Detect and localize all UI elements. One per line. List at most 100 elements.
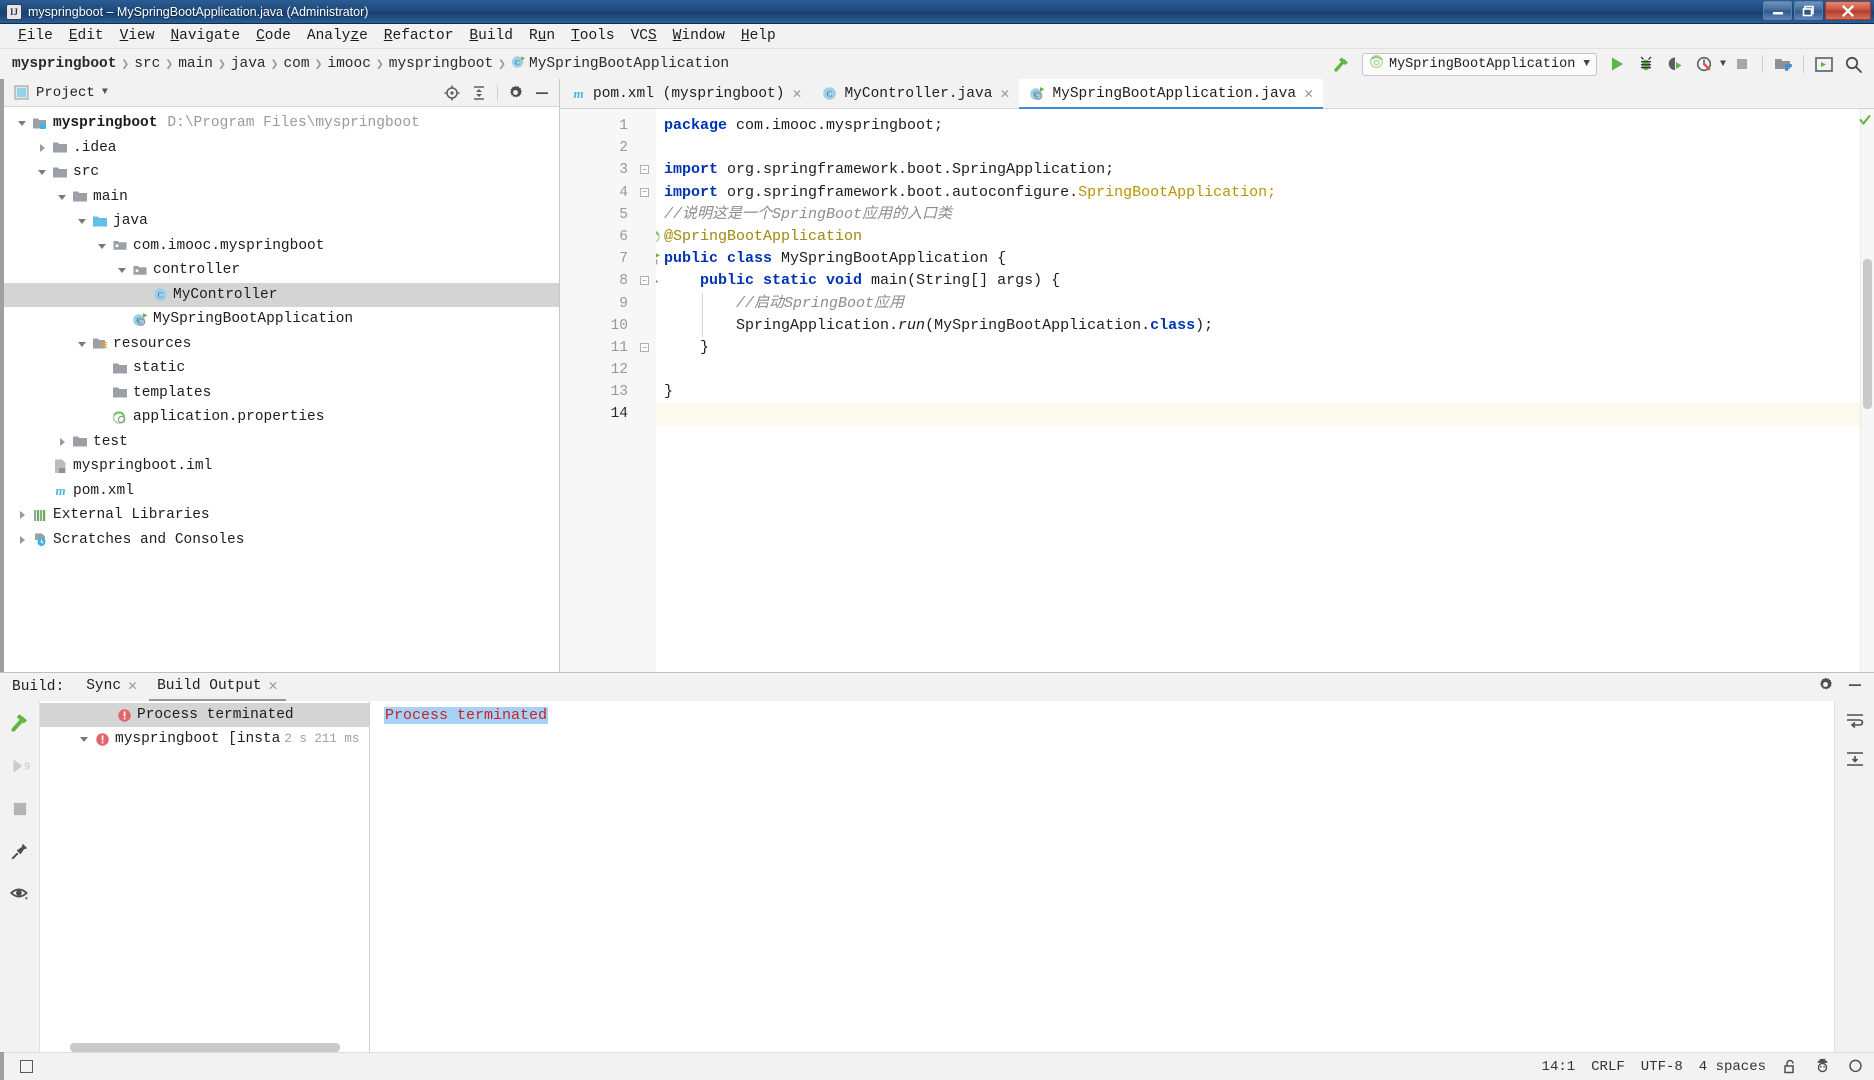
line-number[interactable]: 2	[560, 137, 636, 159]
project-tree-item[interactable]: Scratches and Consoles	[4, 528, 559, 553]
locate-file-icon[interactable]	[443, 84, 461, 102]
build-hammer-icon[interactable]	[1329, 51, 1355, 77]
tree-expand-arrow-icon[interactable]	[34, 143, 50, 153]
code-line[interactable]	[656, 403, 1860, 426]
indent-setting[interactable]: 4 spaces	[1699, 1059, 1766, 1075]
close-icon[interactable]: ✕	[1304, 84, 1313, 103]
scroll-to-end-icon[interactable]	[1845, 750, 1865, 773]
gear-icon[interactable]	[507, 84, 524, 101]
project-tree-item[interactable]: com.imooc.myspringboot	[4, 234, 559, 259]
menu-view[interactable]: View	[112, 26, 163, 46]
breadcrumb-item-6[interactable]: myspringboot	[389, 56, 493, 72]
collapse-all-icon[interactable]	[470, 84, 488, 102]
fold-gutter[interactable]: − − − −	[636, 109, 656, 672]
pin-icon[interactable]	[10, 841, 30, 866]
menu-file[interactable]: File	[10, 26, 61, 46]
editor-tab[interactable]: C MyController.java ✕	[811, 79, 1019, 108]
project-tree-item[interactable]: src	[4, 160, 559, 185]
tree-collapse-arrow-icon[interactable]	[34, 167, 50, 177]
line-number[interactable]: 8	[560, 270, 658, 292]
code-line[interactable]	[664, 359, 1860, 381]
menu-code[interactable]: Code	[248, 26, 299, 46]
menu-refactor[interactable]: Refactor	[376, 26, 462, 46]
breadcrumb-item-3[interactable]: java	[231, 56, 266, 72]
line-separator[interactable]: CRLF	[1591, 1059, 1625, 1075]
gear-icon[interactable]	[1817, 676, 1834, 698]
tree-collapse-arrow-icon[interactable]	[94, 241, 110, 251]
stop-icon[interactable]	[10, 799, 30, 824]
project-tree-item[interactable]: static	[4, 356, 559, 381]
line-number[interactable]: 9	[560, 293, 636, 315]
code-line[interactable]: public class MySpringBootApplication {	[664, 248, 1860, 270]
project-tree-item[interactable]: test	[4, 430, 559, 455]
project-tree-item[interactable]: templates	[4, 381, 559, 406]
soft-wrap-icon[interactable]	[1845, 711, 1865, 734]
code-fold-marker[interactable]: −	[640, 187, 649, 197]
run-anything-icon[interactable]	[1811, 51, 1837, 77]
tree-collapse-arrow-icon[interactable]	[74, 216, 90, 226]
line-number[interactable]: 3	[560, 159, 636, 181]
code-fold-marker[interactable]: −	[640, 276, 649, 286]
maximize-button[interactable]	[1794, 1, 1823, 20]
project-tree-item[interactable]: application.properties	[4, 405, 559, 430]
chevron-down-icon[interactable]: ▼	[102, 87, 108, 98]
line-number[interactable]: 12	[560, 359, 636, 381]
eye-icon[interactable]	[9, 883, 31, 908]
tree-expand-arrow-icon[interactable]	[54, 437, 70, 447]
editor-scroll-thumb[interactable]	[1863, 259, 1872, 409]
profiler-button[interactable]	[1691, 51, 1717, 77]
tree-expand-arrow-icon[interactable]	[14, 510, 30, 520]
run-configuration-selector[interactable]: MySpringBootApplication ▼	[1361, 52, 1597, 76]
menu-run[interactable]: Run	[521, 26, 563, 46]
line-number[interactable]: 11	[560, 337, 636, 359]
minimize-button[interactable]	[1763, 1, 1792, 20]
notification-icon[interactable]	[1847, 1058, 1864, 1075]
breadcrumb-item-0[interactable]: myspringboot	[12, 56, 116, 72]
code-line[interactable]: //说明这是一个SpringBoot应用的入口类	[664, 204, 1860, 226]
project-tree-item[interactable]: java	[4, 209, 559, 234]
build-tree-item[interactable]: Process terminated	[40, 703, 369, 727]
line-number[interactable]: 1	[560, 115, 636, 137]
code-fold-marker[interactable]: −	[640, 165, 649, 175]
menu-tools[interactable]: Tools	[563, 26, 623, 46]
close-icon[interactable]: ✕	[792, 84, 801, 103]
tree-collapse-arrow-icon[interactable]	[74, 339, 90, 349]
code-line[interactable]: }	[664, 381, 1860, 403]
code-line[interactable]: public static void main(String[] args) {	[664, 270, 1860, 292]
debug-button[interactable]	[1633, 51, 1659, 77]
stop-button[interactable]	[1729, 51, 1755, 77]
project-tree-item[interactable]: resources	[4, 332, 559, 357]
build-tree-item[interactable]: myspringboot [insta 2 s 211 ms	[40, 727, 369, 751]
code-line[interactable]: import org.springframework.boot.autoconf…	[664, 182, 1860, 204]
editor-layout-icon[interactable]	[20, 1060, 33, 1073]
code-content[interactable]: package com.imooc.myspringboot; import o…	[656, 109, 1860, 672]
hide-panel-icon[interactable]	[1846, 676, 1864, 699]
code-line[interactable]: //启动SpringBoot应用	[664, 293, 1860, 315]
tree-collapse-arrow-icon[interactable]	[76, 734, 92, 744]
build-hammer-icon[interactable]	[9, 711, 31, 738]
project-tree-item[interactable]: C MySpringBootApplication	[4, 307, 559, 332]
code-editor[interactable]: 1234567C891011121314 −−−− package com.im…	[560, 109, 1874, 672]
search-icon[interactable]	[1840, 51, 1866, 77]
build-tree-hscrollbar[interactable]	[70, 1043, 340, 1052]
project-tree-item[interactable]: m pom.xml	[4, 479, 559, 504]
hector-icon[interactable]	[1814, 1058, 1831, 1075]
rerun-icon[interactable]: 9	[9, 755, 31, 782]
file-encoding[interactable]: UTF-8	[1641, 1059, 1683, 1075]
line-number[interactable]: 7C	[560, 248, 660, 270]
build-results-tree[interactable]: Process terminated myspringboot [insta 2 s…	[40, 701, 370, 1052]
code-line[interactable]: @SpringBootApplication	[664, 226, 1860, 248]
tree-collapse-arrow-icon[interactable]	[114, 265, 130, 275]
line-number[interactable]: 10	[560, 315, 636, 337]
project-tree-item[interactable]: myspringboot D:\Program Files\myspringboo…	[4, 111, 559, 136]
menu-build[interactable]: Build	[461, 26, 521, 46]
line-number[interactable]: 6	[560, 226, 660, 248]
run-with-coverage-button[interactable]	[1662, 51, 1688, 77]
project-tree-item[interactable]: C MyController	[4, 282, 559, 307]
build-tab-sync[interactable]: Sync ✕	[78, 673, 145, 701]
tree-collapse-arrow-icon[interactable]	[14, 118, 30, 128]
line-number[interactable]: 13	[560, 381, 636, 403]
close-icon[interactable]: ✕	[1000, 84, 1009, 103]
tree-expand-arrow-icon[interactable]	[14, 535, 30, 545]
tree-collapse-arrow-icon[interactable]	[54, 192, 70, 202]
